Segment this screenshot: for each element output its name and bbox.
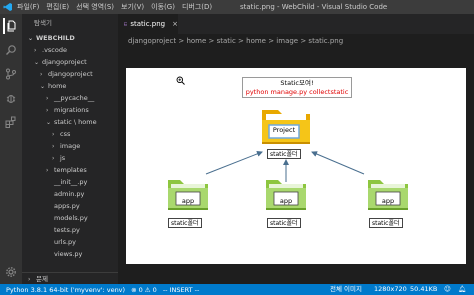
tree-item-home[interactable]: ⌄ home [22,80,118,92]
tree-item-vscode[interactable]: › .vscode [22,44,118,56]
tree-item-css[interactable]: › css [22,128,118,140]
close-icon[interactable]: × [172,20,178,28]
tree-item-templates[interactable]: › templates [22,164,118,176]
tree-item-label: urls.py [54,238,77,246]
extensions-icon[interactable] [3,114,19,130]
tree-item-label: tests.py [54,226,80,234]
source-control-icon[interactable] [3,66,19,82]
app-left-label: app [181,197,195,205]
settings-gear-icon[interactable] [3,264,19,280]
image-editor: Static모여! python manage.py collectstatic… [118,48,474,284]
tree-item-js[interactable]: › js [22,152,118,164]
tree-item-djangoproject-root[interactable]: ⌄ djangoproject [22,56,118,68]
notifications-bell-icon[interactable]: 🔔︎ [458,284,466,295]
image-dimensions: 1280x720 [374,285,407,293]
app-folder-right-icon [368,180,408,210]
arrow-right [311,151,365,175]
tree-item-image[interactable]: › image [22,140,118,152]
chevron-right-icon: › [28,276,31,283]
image-preview[interactable]: Static모여! python manage.py collectstatic… [126,68,466,264]
app-folder-middle-icon [266,180,306,210]
tree-item-migrations[interactable]: › migrations [22,104,118,116]
zoom-label[interactable]: 전체 이미지 [330,284,362,295]
tree-item-views-py[interactable]: views.py [22,248,118,260]
arrow-left [205,151,263,175]
explorer-icon[interactable] [3,18,19,34]
explorer-sidebar: 탐색기 ⌄ WEBCHILD › .vscode ⌄ djangoproject › d… [22,14,118,284]
window-title: static.png - WebChild - Visual Studio Co… [240,3,388,11]
problems-count[interactable]: ⊗ 0 ⚠ 0 [131,286,157,294]
menu-edit[interactable]: 편집(E) [46,2,69,12]
tab-label: static.png [130,20,166,28]
explorer-header: 탐색기 [34,19,52,27]
feedback-smiley-icon[interactable]: ☺ [444,284,451,295]
activity-bar [0,14,22,284]
menu-view[interactable]: 보기(V) [121,2,144,12]
tree-item-urls-py[interactable]: urls.py [22,236,118,248]
tree-item-apps-py[interactable]: apps.py [22,200,118,212]
vim-mode: -- INSERT -- [162,285,200,294]
tree-item-label: migrations [54,106,89,114]
app-middle-label: app [279,197,293,205]
menu-go[interactable]: 이동(G) [151,2,175,12]
static-middle-label: static폴더 [267,218,301,228]
tree-item-admin-py[interactable]: admin.py [22,188,118,200]
python-interpreter[interactable]: Python 3.8.1 64-bit ('myvenv': venv) [6,286,125,294]
project-folder-icon [262,110,310,144]
diagram-arrows [205,151,365,182]
tree-item-label: models.py [54,214,88,222]
static-left-label: static폴더 [168,218,202,228]
tree-item-label: templates [54,166,87,174]
tab-static-png[interactable]: static.png × [118,14,178,34]
tree-item-label: admin.py [54,190,85,198]
breadcrumb[interactable]: djangoproject > home > static > home > i… [118,34,474,48]
tree-item-static-home[interactable]: ⌄ static \ home [22,116,118,128]
static-right-label: static폴더 [369,218,403,228]
problems-label: 문제 [36,275,48,283]
editor-tab-bar: static.png × [118,14,474,34]
tree-item-label: static \ home [54,118,97,126]
tree-item-label: views.py [54,250,83,258]
tree-item-label: __init__.py [54,178,88,186]
tree-item-label: apps.py [54,202,80,210]
search-icon[interactable] [3,42,19,58]
file-tree: › .vscode ⌄ djangoproject › djangoproject ⌄… [22,44,118,260]
tree-item-init-py[interactable]: __init__.py [22,176,118,188]
center-static-label: static폴더 [267,149,301,159]
tree-item-label: djangoproject [48,70,93,78]
project-folder-label: Project [272,126,296,134]
vscode-logo-icon [3,3,12,11]
title-bar: 파일(F) 편집(E) 선택 영역(S) 보기(V) 이동(G) 디버그(D) … [0,0,474,14]
image-file-icon [124,22,128,26]
workspace-root-label: WEBCHILD [36,34,75,42]
tree-item-models-py[interactable]: models.py [22,212,118,224]
menu-file[interactable]: 파일(F) [17,2,39,12]
tree-item-djangoproject[interactable]: › djangoproject [22,68,118,80]
debug-icon[interactable] [3,90,19,106]
problems-panel-header[interactable]: › 문제 [22,272,118,284]
tree-item-label: image [60,142,81,150]
menu-debug[interactable]: 디버그(D) [182,2,212,12]
menu-selection[interactable]: 선택 영역(S) [76,2,114,12]
tree-item-label: home [48,82,67,90]
tree-item-label: .vscode [42,46,67,54]
app-folder-left-icon [168,180,208,210]
tree-item-pycache[interactable]: › __pycache__ [22,92,118,104]
tree-item-label: __pycache__ [54,94,95,102]
tree-item-label: djangoproject [42,58,87,66]
tree-item-label: js [60,154,66,162]
tree-item-tests-py[interactable]: tests.py [22,224,118,236]
image-filesize: 50.41KB [410,285,438,293]
tree-item-label: css [60,130,71,138]
workspace-root[interactable]: ⌄ WEBCHILD [22,32,118,44]
app-right-label: app [381,197,395,205]
